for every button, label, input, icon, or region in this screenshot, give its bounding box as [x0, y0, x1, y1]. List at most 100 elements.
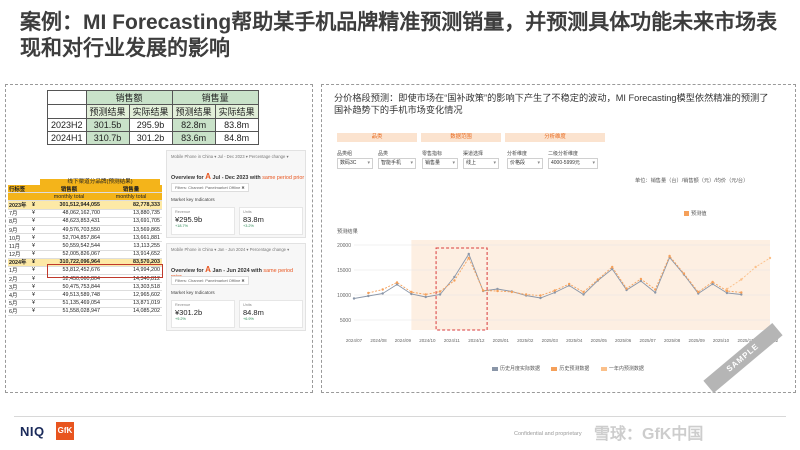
brand-a-icon: A	[205, 172, 211, 181]
sheet-row-label: 4月	[9, 293, 18, 300]
data-point	[453, 279, 456, 282]
niq-logo: NIQ	[20, 424, 45, 439]
legend-swatch	[684, 211, 689, 217]
data-point	[438, 293, 442, 296]
data-point	[611, 265, 614, 269]
sheet-row-label: 10月	[9, 235, 21, 242]
data-point	[740, 278, 743, 281]
sheet-col-header: 销售额	[60, 186, 78, 193]
dashboard-filters[interactable]: Filters: Channel: Panelmarket Offline ✖	[171, 276, 249, 285]
sheet-row-label: 3月	[9, 284, 18, 291]
unit-note: 单位：销售量（台）/销售额（元）/均价（元/台）	[635, 178, 749, 184]
row-period: 2024H1	[47, 131, 87, 145]
legend-swatch	[600, 366, 607, 371]
row-period: 2023H2	[47, 118, 87, 132]
sheet-row: 6月 ¥51,558,028,947 14,085,202	[8, 308, 162, 316]
legend-item-actual: 历史月度实际数据	[492, 366, 540, 372]
sheet-volume-value: 13,880,735	[133, 210, 160, 217]
brand-a-icon: A	[205, 265, 211, 274]
y-tick-label: 20000	[337, 243, 351, 249]
dashboard-topbar[interactable]: Mobile Phone in China ▾ Jul - Dec 2023 ▾…	[171, 154, 289, 159]
sub-dimension-select[interactable]: 4000-5999元 ▾	[548, 158, 598, 169]
chevron-down-icon: ▾	[537, 160, 540, 166]
dashboard-card-h2-2023: Mobile Phone in China ▾ Jul - Dec 2023 ▾…	[166, 150, 306, 238]
filter-label: 零售指标	[422, 151, 443, 157]
kpi-change: +9.2%	[175, 317, 186, 321]
sheet-sales-value: 48,062,162,700	[62, 210, 100, 217]
sheet-sales-value: 49,513,589,748	[62, 292, 100, 299]
forecast-description: 分价格段预测：即使市场在“国补政策”的影响下产生了不稳定的波动，MI Forec…	[334, 93, 769, 115]
sub-header-forecast: 预测结果	[171, 104, 216, 119]
x-tick-label: 2024/07	[346, 338, 363, 343]
sheet-volume-value: 13,113,255	[133, 242, 160, 249]
x-tick-label: 2025/03	[542, 338, 559, 343]
filter-section-scope: 数据范围	[421, 133, 501, 142]
footer-confidential: Confidential and proprietary	[514, 431, 582, 437]
x-tick-label: 2025/05	[591, 338, 608, 343]
filter-section-category: 品类	[337, 133, 417, 142]
data-point	[539, 294, 542, 297]
select-value: 线上	[466, 160, 477, 166]
sheet-sales-value: 51,135,469,054	[62, 300, 100, 307]
data-point	[367, 294, 370, 298]
data-point	[697, 290, 700, 294]
sheet-col-header: 销售量	[122, 186, 140, 193]
forecast-sheet: 行标签 销售额 销售量 monthly total monthly total …	[8, 185, 162, 316]
legend-item-year-forecast: 一年内预测数据	[600, 366, 644, 372]
x-tick-label: 2024/12	[468, 338, 485, 343]
sheet-row-label: 2023年	[9, 202, 27, 209]
data-point	[395, 281, 399, 284]
table-row: 2023H2 301.5b 295.9b 82.8m 83.8m	[47, 118, 259, 132]
sheet-row-label: 9月	[9, 227, 18, 234]
forecast-line-chart: 5000 10000 15000 20000 2024/07 2024/08 2024/09…	[337, 240, 779, 343]
legend-label: 历史预测数据	[559, 366, 590, 372]
chart-legend-bottom: 历史月度实际数据 历史预测数据 一年内预测数据	[492, 365, 654, 372]
sheet-row-label: 7月	[9, 211, 18, 218]
filter-label: 品类组	[337, 151, 353, 157]
data-point	[381, 292, 384, 295]
kpi-value: ¥301.2b	[175, 308, 203, 317]
x-tick-label: 2024/09	[395, 338, 412, 343]
kpi-change: +6.9%	[243, 317, 254, 321]
legend-item-hist-forecast: 历史预测数据	[551, 366, 589, 372]
market-key-indicators-label: Market key Indicators	[171, 197, 215, 202]
sheet-subheader: monthly total	[53, 193, 85, 200]
sheet-volume-value: 82,778,333	[133, 201, 160, 208]
select-value: 价格段	[510, 160, 526, 166]
chart-legend-top: 预测值	[684, 210, 707, 217]
data-point	[381, 288, 384, 291]
data-point	[467, 252, 470, 256]
revenue-kpi-card: Revenue ¥301.2b +9.2%	[171, 300, 235, 328]
dashboard-filters[interactable]: Filters: Channel: Panelmarket Offline ✖	[171, 183, 249, 192]
sheet-subheader: monthly total	[115, 193, 147, 200]
sheet-volume-value: 13,871,019	[133, 300, 160, 307]
dashboard-topbar[interactable]: Mobile Phone in China ▾ Jan - Jun 2024 ▾…	[171, 247, 289, 252]
kpi-change: +18.7%	[175, 224, 188, 228]
category-group-select[interactable]: 数码3C ▾	[337, 158, 373, 169]
kpi-value: ¥295.9b	[175, 215, 203, 224]
x-tick-label: 2025/01	[493, 338, 510, 343]
summary-sub-header-row: 预测结果 实际结果 预测结果 实际结果	[47, 104, 259, 119]
sheet-sales-value: 50,475,753,844	[62, 283, 100, 290]
sheet-row-label: 11月	[9, 243, 20, 250]
sheet-row-label: 6月	[9, 309, 18, 316]
chevron-down-icon: ▾	[592, 160, 595, 166]
filter-section-header: 品类 数据范围 分析维度	[337, 133, 787, 142]
data-point	[654, 291, 657, 294]
category-select[interactable]: 智能手机 ▾	[378, 158, 416, 169]
data-point	[596, 278, 600, 281]
legend-swatch	[492, 366, 498, 371]
data-point	[467, 256, 470, 260]
data-point	[524, 293, 528, 296]
dimension-select[interactable]: 价格段 ▾	[507, 158, 543, 169]
retail-metric-select[interactable]: 销售量 ▾	[422, 158, 458, 169]
x-tick-label: 2025/06	[615, 338, 632, 343]
data-point	[481, 289, 485, 292]
data-point	[582, 293, 585, 296]
summary-corner	[47, 90, 87, 105]
y-tick-label: 15000	[337, 268, 351, 274]
sheet-col-header: 行标签	[9, 186, 26, 193]
sheet-sales-value: 52,704,857,864	[62, 234, 100, 241]
channel-select[interactable]: 线上 ▾	[463, 158, 499, 169]
data-point	[639, 277, 643, 281]
